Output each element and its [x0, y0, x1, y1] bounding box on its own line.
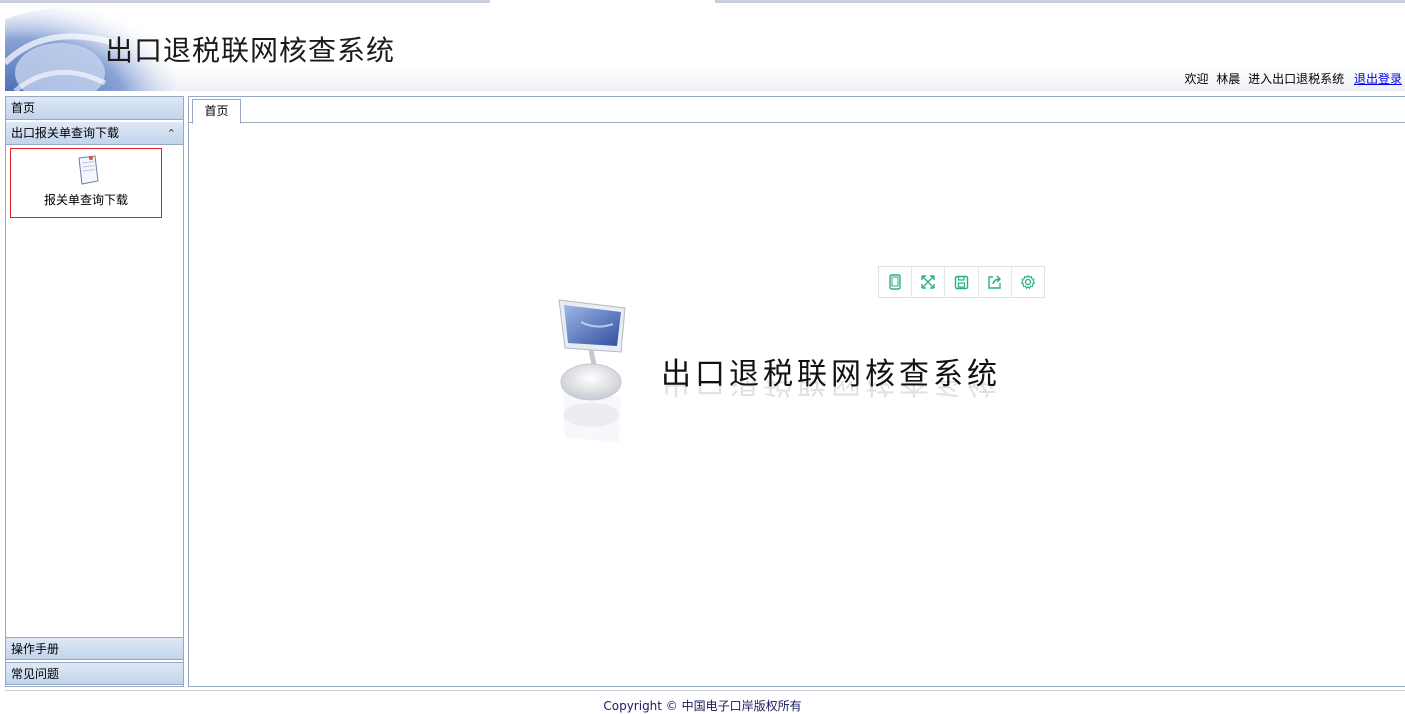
collapse-chevron-icon[interactable]: ⌃: [167, 122, 176, 145]
tablet-button[interactable]: [879, 267, 913, 297]
sidebar-section-label: 出口报关单查询下载: [11, 126, 120, 140]
sidebar-section-faq[interactable]: 常见问题: [6, 662, 183, 685]
sidebar-section-label: 常见问题: [11, 667, 60, 681]
sidebar-section-home[interactable]: 首页: [6, 97, 183, 120]
user-name: 林晨: [1216, 72, 1241, 86]
save-button[interactable]: [945, 267, 979, 297]
welcome-suffix: 进入出口退税系统: [1248, 72, 1345, 86]
sidebar-section-manual[interactable]: 操作手册: [6, 637, 183, 660]
fullscreen-button[interactable]: [912, 267, 946, 297]
sidebar-item-customs-declaration-download[interactable]: 报关单查询下载: [10, 148, 162, 218]
main-panel: 首页 出口退税联网核查系统 出口退税联网核查系统: [188, 96, 1405, 687]
settings-icon: [1020, 274, 1036, 290]
system-title: 出口退税联网核查系统: [105, 34, 396, 67]
welcome-bar: 欢迎 林晨 进入出口退税系统 退出登录: [1180, 70, 1402, 87]
document-icon: [78, 155, 99, 185]
header: 出口退税联网核查系统 欢迎 林晨 进入出口退税系统 退出登录: [5, 3, 1405, 91]
welcome-prefix: 欢迎: [1184, 72, 1209, 86]
sidebar-section-customs-query[interactable]: 出口报关单查询下载 ⌃: [6, 122, 183, 145]
tab-bar: 首页: [189, 97, 1405, 124]
logout-link[interactable]: 退出登录: [1354, 72, 1402, 86]
save-icon: [954, 275, 969, 289]
share-button[interactable]: [979, 267, 1012, 297]
settings-button[interactable]: [1012, 267, 1044, 297]
share-icon: [988, 275, 1001, 289]
tablet-icon: [889, 274, 901, 290]
tab-home[interactable]: 首页: [192, 99, 241, 124]
center-title-reflection: 出口退税联网核查系统: [661, 381, 1001, 399]
sidebar: 首页 出口报关单查询下载 ⌃ 报关单查询下载 操作手册 常见问题: [5, 96, 184, 687]
footer-divider: [5, 690, 1405, 691]
sidebar-section-label: 首页: [11, 101, 36, 115]
fullscreen-icon: [921, 275, 935, 289]
imac-illustration: [558, 299, 626, 442]
floating-toolbar: [878, 266, 1045, 298]
sidebar-section-label: 操作手册: [11, 642, 60, 656]
sidebar-item-label: 报关单查询下载: [43, 193, 128, 207]
